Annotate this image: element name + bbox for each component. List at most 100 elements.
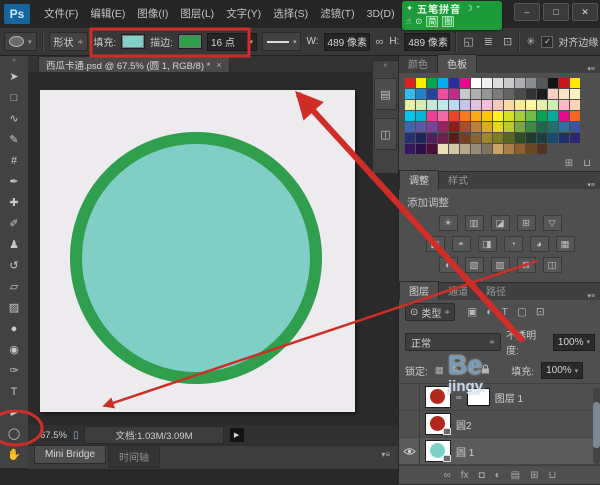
color-swatch[interactable] <box>559 78 569 88</box>
zoom-level[interactable]: 67.5% <box>40 430 67 441</box>
color-swatch[interactable] <box>482 133 492 143</box>
layers-tab-通道[interactable]: 通道 <box>439 282 477 300</box>
color-swatch[interactable] <box>471 111 481 121</box>
color-swatch[interactable] <box>559 122 569 132</box>
menu-item-编辑[interactable]: 编辑(E) <box>84 0 131 28</box>
color-swatch[interactable] <box>515 89 525 99</box>
panel-menu-icon[interactable]: ▾≡ <box>587 292 595 300</box>
color-swatch[interactable] <box>460 111 470 121</box>
color-swatch[interactable] <box>537 144 547 154</box>
color-swatch[interactable] <box>471 100 481 110</box>
filter-adjustment-layers-icon[interactable]: ◐ <box>486 306 492 318</box>
color-swatch[interactable] <box>504 89 514 99</box>
path-operations-icon[interactable]: ◱ <box>462 35 474 48</box>
color-swatch[interactable] <box>537 100 547 110</box>
color-swatch[interactable] <box>504 122 514 132</box>
layer-thumbnail[interactable] <box>425 386 451 408</box>
link-layers-icon[interactable]: ∞ <box>444 470 451 481</box>
color-swatch[interactable] <box>471 122 481 132</box>
tool-preset-picker[interactable]: ▾ <box>4 32 37 51</box>
layers-scrollbar[interactable] <box>593 388 600 464</box>
color-swatch[interactable] <box>405 122 415 132</box>
black-white-icon[interactable]: ◨ <box>478 236 497 252</box>
color-swatch[interactable] <box>537 111 547 121</box>
shape-mode-select[interactable]: 形状 ≑ <box>49 32 89 51</box>
color-swatch[interactable] <box>526 122 536 132</box>
bottom-tab-mini-bridge[interactable]: Mini Bridge <box>34 446 106 464</box>
ime-punctuation-icon[interactable]: ” <box>477 4 480 14</box>
vibrance-icon[interactable]: ▽ <box>543 215 562 231</box>
color-swatch[interactable] <box>504 144 514 154</box>
visibility-toggle-empty[interactable] <box>399 384 420 410</box>
color-swatch[interactable] <box>515 122 525 132</box>
color-swatch[interactable] <box>515 78 525 88</box>
color-swatch[interactable] <box>438 144 448 154</box>
shape-height-field[interactable]: 489 像素 <box>404 33 450 51</box>
path-alignment-icon[interactable]: ≣ <box>483 35 494 48</box>
color-swatch[interactable] <box>515 100 525 110</box>
color-swatch[interactable] <box>482 122 492 132</box>
color-swatch[interactable] <box>405 89 415 99</box>
hand-tool[interactable]: ✋ <box>0 444 28 465</box>
color-swatch[interactable] <box>405 100 415 110</box>
color-swatch[interactable] <box>570 111 580 121</box>
color-swatch[interactable] <box>416 100 426 110</box>
color-swatch[interactable] <box>493 100 503 110</box>
color-swatch[interactable] <box>482 144 492 154</box>
color-swatch[interactable] <box>559 133 569 143</box>
filter-shape-layers-icon[interactable]: ▢ <box>517 306 527 318</box>
color-swatch[interactable] <box>449 111 459 121</box>
stroke-width-field[interactable]: 16 点 ▾ <box>207 33 257 51</box>
color-swatch[interactable] <box>482 100 492 110</box>
color-swatch[interactable] <box>482 111 492 121</box>
bottom-tab-时间轴[interactable]: 时间轴 <box>108 446 160 468</box>
layer-style-icon[interactable]: fx <box>461 470 469 481</box>
color-swatch[interactable] <box>526 78 536 88</box>
filter-pixel-layers-icon[interactable]: ▣ <box>467 306 477 318</box>
menu-item-图像[interactable]: 图像(I) <box>131 0 174 28</box>
new-adjustment-layer-icon[interactable]: ◐ <box>495 470 501 481</box>
artboard[interactable] <box>40 90 355 412</box>
menu-item-文字[interactable]: 文字(Y) <box>220 0 267 28</box>
menu-item-滤镜[interactable]: 滤镜(T) <box>314 0 360 28</box>
layer-mask-thumbnail[interactable] <box>467 388 490 406</box>
color-swatch[interactable] <box>405 78 415 88</box>
menu-item-选择[interactable]: 选择(S) <box>267 0 314 28</box>
layers-tab-路径[interactable]: 路径 <box>477 282 515 300</box>
color-swatch[interactable] <box>493 122 503 132</box>
color-swatch[interactable] <box>438 100 448 110</box>
ime-mode-icon[interactable]: ✦ <box>406 3 413 14</box>
color-swatch[interactable] <box>537 78 547 88</box>
color-swatch[interactable] <box>460 89 470 99</box>
color-swatch[interactable] <box>482 78 492 88</box>
new-layer-icon[interactable]: ⊞ <box>530 470 538 481</box>
color-lookup-icon[interactable]: ▦ <box>556 236 575 252</box>
lock-paint-icon[interactable]: ✎ <box>452 365 460 376</box>
layer-filter-kind-select[interactable]: ⊙ 类型 ≑ <box>405 303 455 321</box>
color-swatch[interactable] <box>537 133 547 143</box>
panel-menu-icon[interactable]: ▾≡ <box>381 450 390 459</box>
color-swatch[interactable] <box>526 144 536 154</box>
ellipse-shape[interactable] <box>70 132 322 384</box>
color-swatch[interactable] <box>493 89 503 99</box>
color-swatch[interactable] <box>504 78 514 88</box>
color-swatch[interactable] <box>570 100 580 110</box>
color-swatch[interactable] <box>471 89 481 99</box>
fill-opacity-field[interactable]: 100% ▾ <box>541 362 583 379</box>
color-swatch[interactable] <box>427 78 437 88</box>
color-swatch[interactable] <box>493 78 503 88</box>
color-swatch[interactable] <box>460 144 470 154</box>
history-brush-tool[interactable]: ↺ <box>0 255 28 276</box>
color-swatch[interactable] <box>405 111 415 121</box>
visibility-toggle-empty[interactable] <box>399 411 420 437</box>
curves-icon[interactable]: ◪ <box>491 215 510 231</box>
color-swatch[interactable] <box>460 78 470 88</box>
levels-icon[interactable]: ▥ <box>465 215 484 231</box>
color-swatch[interactable] <box>548 133 558 143</box>
color-swatch[interactable] <box>570 89 580 99</box>
ellipse-tool[interactable]: ◯ <box>0 423 28 444</box>
color-swatch[interactable] <box>438 122 448 132</box>
color-swatch[interactable] <box>548 89 558 99</box>
new-group-icon[interactable]: ▤ <box>511 470 520 481</box>
color-swatch[interactable] <box>427 100 437 110</box>
